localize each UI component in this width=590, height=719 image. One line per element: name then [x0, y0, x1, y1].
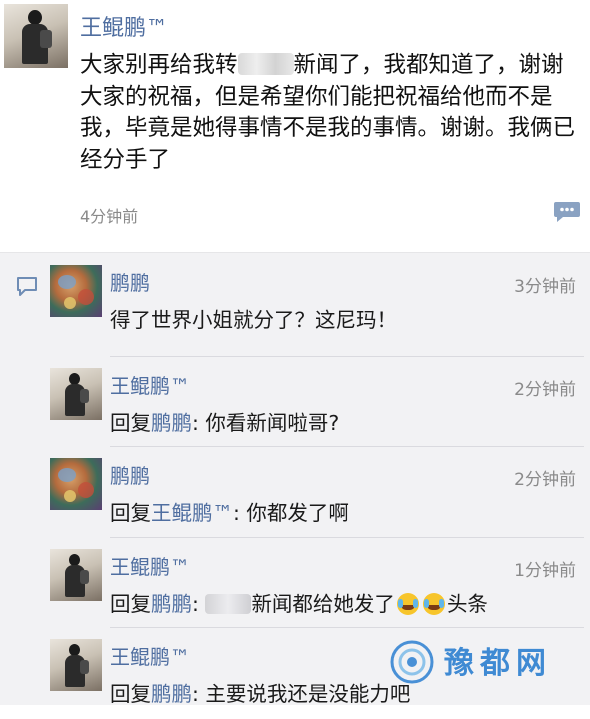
watermark-text: 豫都网 [444, 646, 552, 681]
avatar-tattoo-pattern [64, 490, 76, 502]
comment-divider [110, 627, 584, 628]
laugh-cry-emoji-icon [422, 593, 445, 615]
comment-text: 回复鹏鹏: 新闻都给她发了 头条 [110, 587, 488, 617]
commenter-name[interactable]: 王鲲鹏™ [110, 551, 190, 580]
comment-divider [110, 537, 584, 538]
avatar-tattoo-pattern [58, 275, 76, 289]
comment-text: 回复王鲲鹏™: 你都发了啊 [110, 496, 349, 526]
commenter-name[interactable]: 鹏鹏 [110, 267, 150, 296]
reply-prefix: 回复 [110, 592, 151, 616]
comment-icon [17, 277, 37, 296]
post-author-name[interactable]: 王鲲鹏™ [80, 10, 168, 42]
avatar-tattoo-pattern [58, 468, 76, 482]
reply-prefix: 回复 [110, 682, 151, 706]
avatar-backpack [80, 389, 89, 403]
comment-timestamp: 1分钟前 [514, 561, 576, 581]
comment-item: 王鲲鹏™ 1分钟前 回复鹏鹏: 新闻都给她发了 头条 [48, 537, 590, 629]
author-avatar[interactable] [4, 4, 68, 68]
comment-timestamp: 2分钟前 [514, 470, 576, 490]
comment-bubble-icon[interactable] [553, 201, 581, 223]
comment-divider [110, 446, 584, 447]
snail-logo-icon [390, 640, 434, 684]
comment-item: 鹏鹏 3分钟前 得了世界小姐就分了？这尼玛！ [48, 253, 590, 345]
commenter-name[interactable]: 王鲲鹏™ [110, 370, 190, 399]
comment-item: 王鲲鹏™ 2分钟前 回复鹏鹏: 你看新闻啦哥? [48, 356, 590, 448]
reply-prefix: 回复 [110, 501, 151, 525]
commenter-avatar[interactable] [50, 265, 102, 317]
reply-body: : 你看新闻啦哥? [192, 411, 340, 435]
comment-text: 回复鹏鹏: 你看新闻啦哥? [110, 406, 339, 436]
reply-to-link[interactable]: 鹏鹏 [151, 592, 192, 616]
avatar-backpack [40, 30, 52, 48]
avatar-tattoo-pattern [64, 297, 76, 309]
avatar-tattoo-pattern [78, 482, 94, 498]
avatar-person-head [28, 10, 42, 25]
site-watermark: 豫都网 [384, 630, 584, 690]
commenter-avatar[interactable] [50, 458, 102, 510]
avatar-backpack [80, 660, 89, 674]
comment-item: 鹏鹏 2分钟前 回复王鲲鹏™: 你都发了啊 [48, 446, 590, 538]
weibo-post: 王鲲鹏™ 大家别再给我转 新闻了，我都知道了，谢谢大家的祝福，但是希望你们能把祝福… [0, 0, 590, 252]
avatar-backpack [80, 570, 89, 584]
reply-to-link[interactable]: 王鲲鹏™ [151, 501, 233, 525]
commenter-name[interactable]: 鹏鹏 [110, 460, 150, 489]
comment-timestamp: 3分钟前 [514, 277, 576, 297]
post-text-part1: 大家别再给我转 [80, 52, 238, 78]
post-timestamp: 4分钟前 [80, 207, 139, 226]
comment-divider [110, 356, 584, 357]
reply-body: : 主要说我还是没能力吧 [192, 682, 411, 706]
reply-prefix: 回复 [110, 411, 151, 435]
reply-body-tail: 头条 [446, 592, 488, 616]
comment-timestamp: 2分钟前 [514, 380, 576, 400]
commenter-avatar[interactable] [50, 368, 102, 420]
commenter-avatar[interactable] [50, 549, 102, 601]
reply-to-link[interactable]: 鹏鹏 [151, 411, 192, 435]
reply-to-link[interactable]: 鹏鹏 [151, 682, 192, 706]
avatar-tattoo-pattern [78, 289, 94, 305]
blurred-text [205, 594, 252, 614]
blurred-text [237, 53, 294, 75]
reply-body-cont: 新闻都给她发了 [251, 592, 395, 616]
reply-body: : 你都发了啊 [233, 501, 349, 525]
comment-text: 回复鹏鹏: 主要说我还是没能力吧 [110, 677, 410, 707]
commenter-name[interactable]: 王鲲鹏™ [110, 641, 190, 670]
laugh-cry-emoji-icon [396, 593, 419, 615]
reply-body: : [192, 592, 206, 616]
comment-text: 得了世界小姐就分了？这尼玛！ [110, 308, 397, 332]
commenter-avatar[interactable] [50, 639, 102, 691]
post-text: 大家别再给我转 新闻了，我都知道了，谢谢大家的祝福，但是希望你们能把祝福给他而不是… [80, 50, 585, 176]
